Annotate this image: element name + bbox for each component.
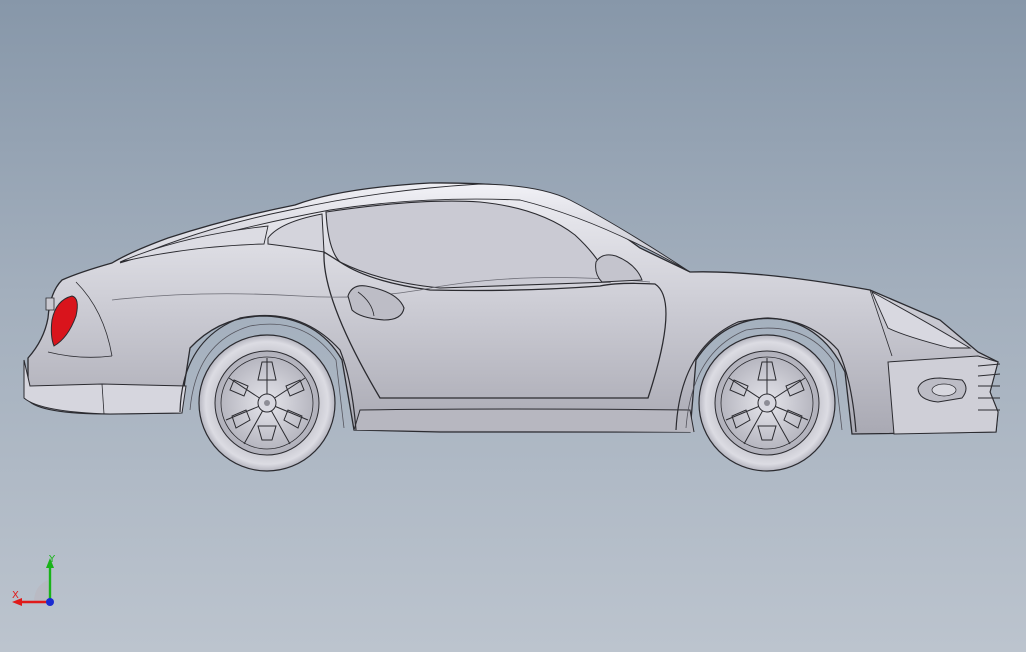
x-axis-label: X <box>12 590 19 601</box>
side-skirt <box>353 408 695 433</box>
rear-wheel[interactable] <box>198 334 336 472</box>
front-wheel[interactable] <box>698 334 836 472</box>
axis-triad-icon <box>12 558 54 606</box>
car-model[interactable] <box>0 0 1026 652</box>
graphics-viewport[interactable]: Y X <box>0 0 1026 652</box>
y-axis-label: Y <box>49 554 56 565</box>
